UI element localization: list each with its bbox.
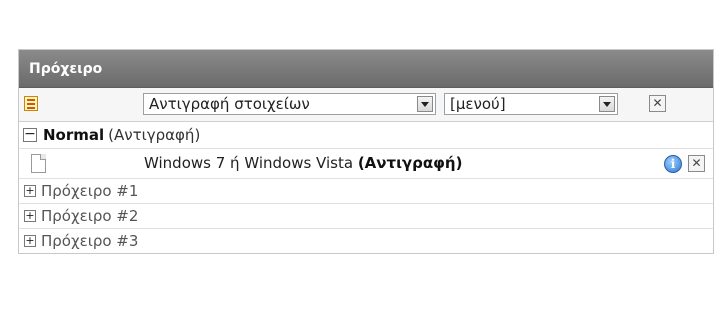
menu-select[interactable]: [μενού] [444, 93, 618, 115]
expand-icon[interactable]: + [24, 235, 36, 247]
clipboard-item-row[interactable]: Windows 7 ή Windows Vista (Αντιγραφή) i … [19, 149, 713, 179]
collapse-icon[interactable]: − [23, 127, 37, 142]
clipboard-item-text[interactable]: Windows 7 ή Windows Vista (Αντιγραφή) [144, 154, 462, 172]
expand-icon[interactable]: + [24, 185, 36, 197]
clipboard-label: Πρόχειρο #3 [41, 232, 139, 250]
document-icon [31, 154, 46, 173]
clipboard-row-2[interactable]: + Πρόχειρο #2 [19, 204, 713, 229]
clipboard-label: Πρόχειρο #1 [41, 182, 139, 200]
copy-items-select-value: Αντιγραφή στοιχείων [149, 95, 310, 113]
chevron-down-icon[interactable] [599, 96, 615, 112]
info-icon[interactable]: i [664, 155, 682, 173]
menu-select-value: [μενού] [450, 95, 506, 113]
copy-items-select[interactable]: Αντιγραφή στοιχείων [143, 93, 436, 115]
close-toolbar-button[interactable]: ✕ [649, 95, 666, 112]
clipboard-row-1[interactable]: + Πρόχειρο #1 [19, 179, 713, 204]
normal-group-row: − Normal (Αντιγραφή) [19, 122, 713, 149]
remove-item-button[interactable]: ✕ [688, 155, 705, 172]
clipboard-label: Πρόχειρο #2 [41, 207, 139, 225]
clipboard-item-action[interactable]: (Αντιγραφή) [358, 154, 463, 172]
list-icon[interactable] [24, 96, 38, 111]
clipboard-row-3[interactable]: + Πρόχειρο #3 [19, 229, 713, 253]
chevron-down-icon[interactable] [417, 96, 433, 112]
group-subtitle: (Αντιγραφή) [108, 126, 201, 144]
clipboard-item-title: Windows 7 ή Windows Vista [144, 154, 354, 172]
expand-icon[interactable]: + [24, 210, 36, 222]
clipboard-toolbar: Αντιγραφή στοιχείων [μενού] ✕ [19, 88, 713, 122]
panel-title: Πρόχειρο [29, 60, 103, 77]
group-name: Normal [43, 126, 105, 144]
clipboard-panel: Πρόχειρο Αντιγραφή στοιχείων [μενού] ✕ −… [18, 49, 714, 254]
panel-title-bar: Πρόχειρο [19, 50, 713, 88]
